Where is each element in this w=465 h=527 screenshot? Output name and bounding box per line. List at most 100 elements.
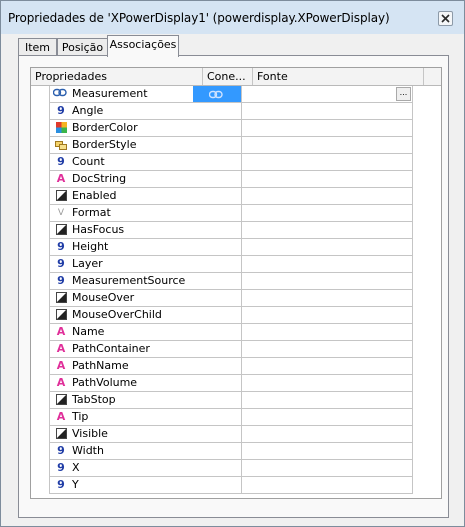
connection-cell[interactable] bbox=[193, 222, 242, 239]
connection-cell[interactable] bbox=[193, 375, 242, 392]
source-cell[interactable] bbox=[242, 375, 413, 392]
table-row[interactable]: Visible bbox=[31, 426, 441, 443]
connection-cell[interactable] bbox=[193, 460, 242, 477]
connection-cell[interactable] bbox=[193, 154, 242, 171]
table-row[interactable]: V Format bbox=[31, 205, 441, 222]
source-cell[interactable] bbox=[242, 477, 413, 494]
connection-cell[interactable] bbox=[193, 273, 242, 290]
connection-cell[interactable] bbox=[193, 477, 242, 494]
source-cell[interactable] bbox=[242, 392, 413, 409]
property-name-cell[interactable]: Measurement bbox=[49, 86, 194, 103]
source-cell[interactable] bbox=[242, 307, 413, 324]
property-name-cell[interactable]: 9 Width bbox=[49, 443, 194, 460]
property-name-cell[interactable]: 9 Height bbox=[49, 239, 194, 256]
source-cell[interactable] bbox=[242, 171, 413, 188]
source-cell[interactable] bbox=[242, 120, 413, 137]
connection-cell[interactable] bbox=[193, 290, 242, 307]
property-name-cell[interactable]: 9 Angle bbox=[49, 103, 194, 120]
table-row[interactable]: HasFocus bbox=[31, 222, 441, 239]
table-row[interactable]: A PathVolume bbox=[31, 375, 441, 392]
connection-cell[interactable] bbox=[193, 409, 242, 426]
property-name-cell[interactable]: 9Y bbox=[49, 477, 194, 494]
source-cell[interactable] bbox=[242, 358, 413, 375]
table-row[interactable]: A PathName bbox=[31, 358, 441, 375]
tab-associations[interactable]: Associações bbox=[107, 35, 179, 57]
property-name-cell[interactable]: A Tip bbox=[49, 409, 194, 426]
connection-cell[interactable] bbox=[193, 137, 242, 154]
table-row[interactable]: 9 Angle bbox=[31, 103, 441, 120]
property-name-cell[interactable]: 9 Layer bbox=[49, 256, 194, 273]
table-row[interactable]: 9 Height bbox=[31, 239, 441, 256]
source-cell[interactable] bbox=[242, 188, 413, 205]
property-name-cell[interactable]: Visible bbox=[49, 426, 194, 443]
table-row[interactable]: 9 MeasurementSource bbox=[31, 273, 441, 290]
tab-item[interactable]: Item bbox=[18, 38, 57, 56]
table-row[interactable]: Measurement... bbox=[31, 86, 441, 103]
connection-cell[interactable] bbox=[193, 307, 242, 324]
source-cell[interactable] bbox=[242, 103, 413, 120]
tab-position[interactable]: Posição bbox=[57, 38, 108, 56]
source-cell[interactable] bbox=[242, 137, 413, 154]
connection-cell[interactable] bbox=[193, 324, 242, 341]
connection-cell[interactable] bbox=[193, 426, 242, 443]
connection-cell[interactable] bbox=[193, 341, 242, 358]
table-row[interactable]: 9X bbox=[31, 460, 441, 477]
table-row[interactable]: MouseOverChild bbox=[31, 307, 441, 324]
property-name-cell[interactable]: A Name bbox=[49, 324, 194, 341]
property-name-cell[interactable]: V Format bbox=[49, 205, 194, 222]
table-row[interactable]: BorderColor bbox=[31, 120, 441, 137]
property-name-cell[interactable]: MouseOverChild bbox=[49, 307, 194, 324]
table-row[interactable]: A PathContainer bbox=[31, 341, 441, 358]
property-name-cell[interactable]: BorderColor bbox=[49, 120, 194, 137]
source-cell[interactable] bbox=[242, 341, 413, 358]
connection-cell[interactable] bbox=[193, 358, 242, 375]
property-name-cell[interactable]: A PathVolume bbox=[49, 375, 194, 392]
column-header-properties[interactable]: Propriedades bbox=[31, 68, 203, 85]
property-name-cell[interactable]: A DocString bbox=[49, 171, 194, 188]
table-row[interactable]: A Name bbox=[31, 324, 441, 341]
table-row[interactable]: 9Y bbox=[31, 477, 441, 494]
property-name-cell[interactable]: TabStop bbox=[49, 392, 194, 409]
close-button[interactable] bbox=[438, 11, 453, 26]
table-row[interactable]: A Tip bbox=[31, 409, 441, 426]
connection-cell[interactable] bbox=[193, 239, 242, 256]
property-name-cell[interactable]: A PathContainer bbox=[49, 341, 194, 358]
connection-cell[interactable] bbox=[193, 443, 242, 460]
source-cell[interactable] bbox=[242, 290, 413, 307]
source-cell[interactable] bbox=[242, 205, 413, 222]
source-cell[interactable] bbox=[242, 324, 413, 341]
property-name-cell[interactable]: 9 MeasurementSource bbox=[49, 273, 194, 290]
browse-source-button[interactable]: ... bbox=[396, 87, 411, 101]
connection-cell[interactable] bbox=[193, 392, 242, 409]
property-name-cell[interactable]: 9X bbox=[49, 460, 194, 477]
property-name-cell[interactable]: Enabled bbox=[49, 188, 194, 205]
source-cell[interactable] bbox=[242, 443, 413, 460]
source-cell[interactable] bbox=[242, 273, 413, 290]
table-row[interactable]: Enabled bbox=[31, 188, 441, 205]
source-cell[interactable] bbox=[242, 239, 413, 256]
table-row[interactable]: 9 Width bbox=[31, 443, 441, 460]
source-cell[interactable] bbox=[242, 222, 413, 239]
connection-cell[interactable] bbox=[193, 103, 242, 120]
property-name-cell[interactable]: BorderStyle bbox=[49, 137, 194, 154]
source-cell[interactable] bbox=[242, 154, 413, 171]
source-cell[interactable] bbox=[242, 426, 413, 443]
property-name-cell[interactable]: MouseOver bbox=[49, 290, 194, 307]
source-cell[interactable]: ... bbox=[242, 86, 413, 103]
title-bar[interactable]: Propriedades de 'XPowerDisplay1' (powerd… bbox=[1, 1, 464, 34]
connection-cell[interactable] bbox=[193, 120, 242, 137]
connection-cell[interactable] bbox=[193, 86, 242, 103]
connection-cell[interactable] bbox=[193, 188, 242, 205]
table-row[interactable]: A DocString bbox=[31, 171, 441, 188]
connection-cell[interactable] bbox=[193, 205, 242, 222]
connection-cell[interactable] bbox=[193, 256, 242, 273]
property-name-cell[interactable]: 9 Count bbox=[49, 154, 194, 171]
column-header-source[interactable]: Fonte bbox=[253, 68, 424, 85]
property-name-cell[interactable]: A PathName bbox=[49, 358, 194, 375]
table-row[interactable]: TabStop bbox=[31, 392, 441, 409]
table-row[interactable]: BorderStyle bbox=[31, 137, 441, 154]
table-row[interactable]: 9 Count bbox=[31, 154, 441, 171]
connection-cell[interactable] bbox=[193, 171, 242, 188]
source-cell[interactable] bbox=[242, 256, 413, 273]
source-cell[interactable] bbox=[242, 460, 413, 477]
